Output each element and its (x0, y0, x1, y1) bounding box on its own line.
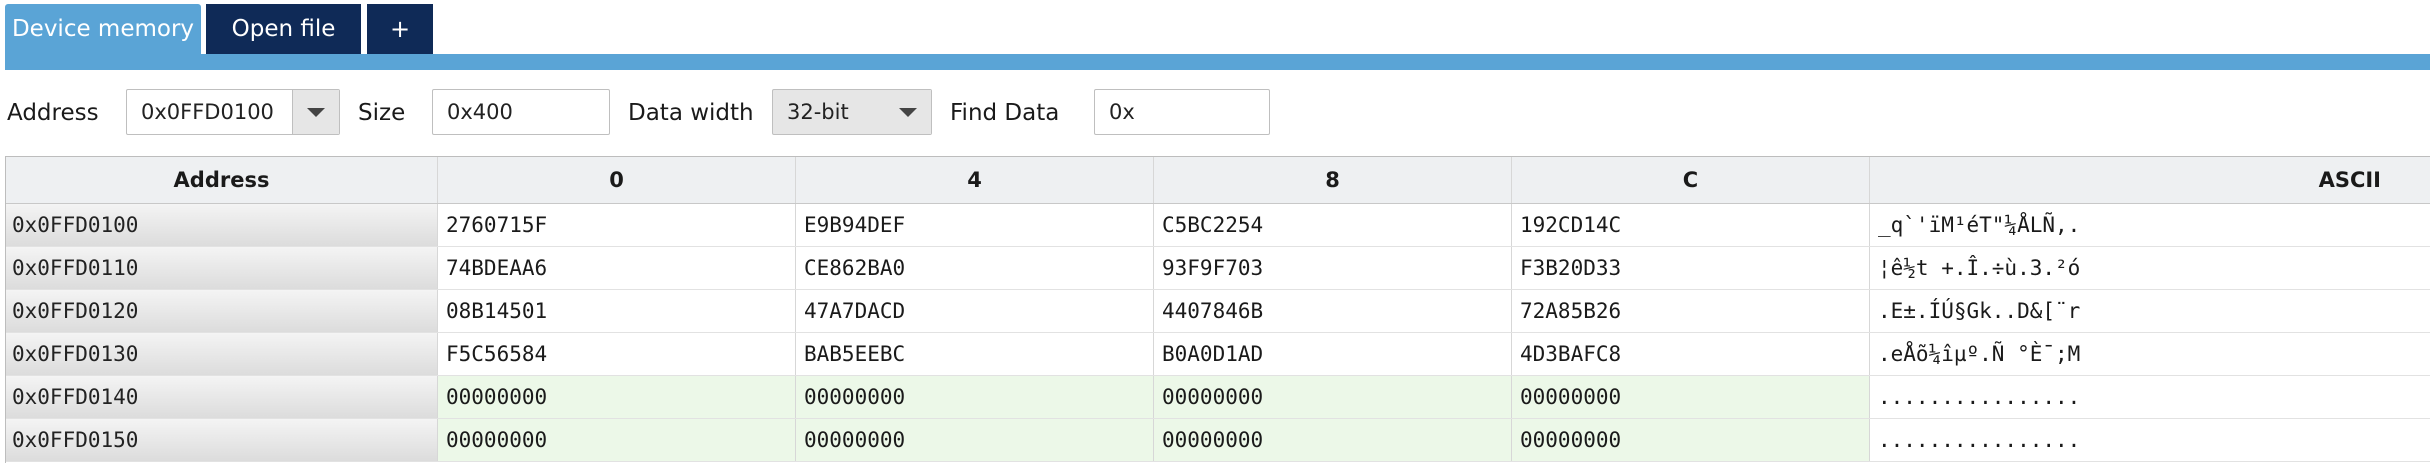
column-header-8[interactable]: 8 (1154, 157, 1512, 203)
data-cell[interactable]: F5C56584 (438, 333, 796, 375)
data-cell[interactable]: C5BC2254 (1154, 204, 1512, 246)
ascii-cell: ................ (1878, 428, 2081, 452)
plus-icon: + (389, 15, 411, 43)
tab-label: Open file (231, 16, 336, 42)
column-header-4[interactable]: 4 (796, 157, 1154, 203)
data-cell[interactable]: 72A85B26 (1512, 290, 1870, 332)
row-address: 0x0FFD0120 (6, 290, 438, 332)
data-width-value: 32-bit (787, 100, 849, 124)
data-cell[interactable]: F3B20D33 (1512, 247, 1870, 289)
address-value: 0x0FFD0100 (141, 100, 274, 124)
data-cell[interactable]: 00000000 (438, 376, 796, 418)
column-header-ascii[interactable]: ASCII (1870, 157, 2430, 203)
chevron-down-icon[interactable] (292, 90, 339, 134)
table-row[interactable]: 0x0FFD0110 74BDEAA6 CE862BA0 93F9F703 F3… (6, 247, 2430, 290)
tab-strip: Device memory Open file + (0, 0, 2430, 70)
memory-grid: Address 0 4 8 C ASCII 0x0FFD0100 2760715… (5, 156, 2430, 463)
data-cell[interactable]: 00000000 (1154, 419, 1512, 461)
memory-toolbar: Address 0x0FFD0100 Size 0x400 Data width… (0, 70, 2430, 156)
row-address: 0x0FFD0110 (6, 247, 438, 289)
data-cell[interactable]: B0A0D1AD (1154, 333, 1512, 375)
ascii-cell: .E±.ÍÚ§Gk..D&[¨r (1870, 290, 2430, 332)
ascii-cell: ................ (1878, 385, 2081, 409)
tab-label: Device memory (11, 16, 195, 42)
chevron-down-icon[interactable] (885, 90, 931, 134)
table-row[interactable]: 0x0FFD0140 00000000 00000000 00000000 00… (6, 376, 2430, 419)
size-input[interactable]: 0x400 (432, 89, 610, 135)
row-address: 0x0FFD0140 (6, 376, 438, 418)
data-width-select[interactable]: 32-bit (772, 89, 932, 135)
table-row[interactable]: 0x0FFD0100 2760715F E9B94DEF C5BC2254 19… (6, 204, 2430, 247)
data-cell[interactable]: E9B94DEF (796, 204, 1154, 246)
ascii-cell: _q`'ïM¹éT"¼ÅLÑ,. (1870, 204, 2430, 246)
address-label: Address (7, 100, 99, 126)
data-cell[interactable]: 47A7DACD (796, 290, 1154, 332)
column-header-c[interactable]: C (1512, 157, 1870, 203)
data-cell[interactable]: BAB5EEBC (796, 333, 1154, 375)
table-row[interactable]: 0x0FFD0130 F5C56584 BAB5EEBC B0A0D1AD 4D… (6, 333, 2430, 376)
column-header-address[interactable]: Address (6, 157, 438, 203)
data-cell[interactable]: 2760715F (438, 204, 796, 246)
data-cell[interactable]: 08B14501 (438, 290, 796, 332)
data-cell[interactable]: 00000000 (1512, 419, 1870, 461)
data-cell[interactable]: 93F9F703 (1154, 247, 1512, 289)
tab-open-file[interactable]: Open file (206, 4, 361, 54)
data-cell[interactable]: 192CD14C (1512, 204, 1870, 246)
data-cell[interactable]: 4407846B (1154, 290, 1512, 332)
column-header-0[interactable]: 0 (438, 157, 796, 203)
add-tab-button[interactable]: + (367, 4, 433, 54)
address-combobox[interactable]: 0x0FFD0100 (126, 89, 340, 135)
find-data-input[interactable]: 0x (1094, 89, 1270, 135)
data-cell[interactable]: 74BDEAA6 (438, 247, 796, 289)
grid-header-row: Address 0 4 8 C ASCII (6, 157, 2430, 204)
ascii-cell: ¦ê½t +.Î.÷ù.3.²ó (1870, 247, 2430, 289)
data-cell[interactable]: 00000000 (1512, 376, 1870, 418)
row-address: 0x0FFD0150 (6, 419, 438, 461)
row-address: 0x0FFD0130 (6, 333, 438, 375)
table-row[interactable]: 0x0FFD0150 00000000 00000000 00000000 00… (6, 419, 2430, 462)
data-cell[interactable]: CE862BA0 (796, 247, 1154, 289)
table-row[interactable]: 0x0FFD0120 08B14501 47A7DACD 4407846B 72… (6, 290, 2430, 333)
size-label: Size (358, 100, 406, 126)
data-cell[interactable]: 00000000 (796, 376, 1154, 418)
find-data-label: Find Data (950, 100, 1060, 126)
data-cell[interactable]: 00000000 (438, 419, 796, 461)
tab-accent-bar (5, 54, 2430, 70)
data-cell[interactable]: 4D3BAFC8 (1512, 333, 1870, 375)
data-cell[interactable]: 00000000 (796, 419, 1154, 461)
data-cell[interactable]: 00000000 (1154, 376, 1512, 418)
data-width-label: Data width (628, 100, 754, 126)
ascii-cell: .eÅõ¼îµº.Ñ °È¯;M (1870, 333, 2430, 375)
row-address: 0x0FFD0100 (6, 204, 438, 246)
